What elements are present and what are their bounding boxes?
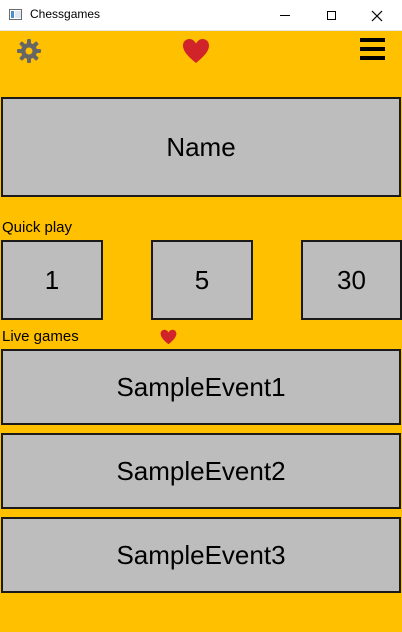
window-titlebar: Chessgames	[0, 0, 402, 31]
heart-icon[interactable]	[160, 329, 177, 345]
minimize-icon	[280, 15, 290, 16]
name-button[interactable]: Name	[1, 97, 401, 197]
live-game-event-item[interactable]: SampleEvent3	[1, 517, 401, 593]
close-icon	[371, 10, 383, 21]
heart-icon[interactable]	[182, 38, 210, 64]
menu-bar-line	[360, 47, 385, 51]
app-window-icon	[9, 9, 22, 20]
menu-bar-line	[360, 38, 385, 42]
hamburger-menu-icon[interactable]	[360, 38, 386, 64]
menu-bar-line	[360, 56, 385, 60]
maximize-icon	[326, 11, 336, 20]
quick-play-1-button[interactable]: 1	[1, 240, 103, 320]
gear-icon[interactable]	[16, 38, 42, 64]
quick-play-30-button[interactable]: 30	[301, 240, 402, 320]
live-games-label: Live games	[2, 328, 79, 345]
maximize-button[interactable]	[308, 0, 354, 31]
window-title: Chessgames	[30, 7, 101, 21]
app-content: Name Quick play 1 5 30 Live games Sample…	[0, 31, 402, 632]
live-game-event-item[interactable]: SampleEvent2	[1, 433, 401, 509]
live-game-event-item[interactable]: SampleEvent1	[1, 349, 401, 425]
close-button[interactable]	[354, 0, 400, 31]
quick-play-label: Quick play	[2, 219, 73, 236]
top-toolbar	[0, 31, 402, 91]
minimize-button[interactable]	[262, 0, 308, 31]
quick-play-5-button[interactable]: 5	[151, 240, 253, 320]
